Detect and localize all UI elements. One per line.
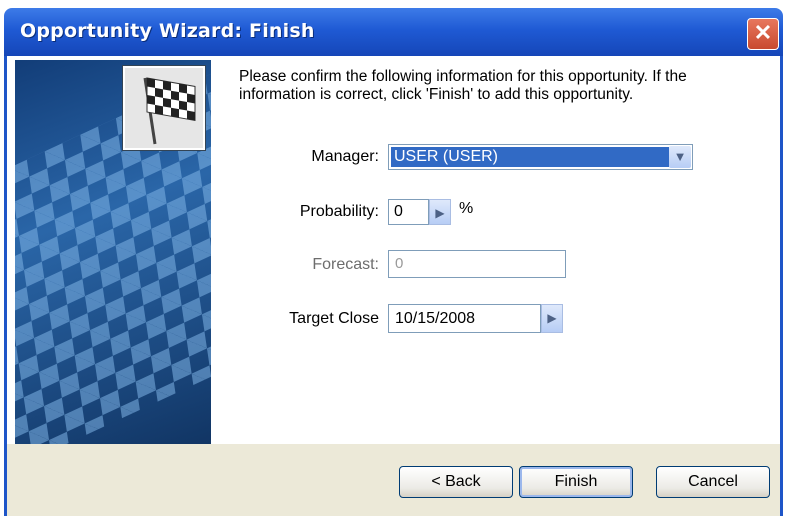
percent-unit: % xyxy=(459,200,474,217)
finish-button[interactable]: Finish xyxy=(519,466,633,498)
forecast-field[interactable]: 0 xyxy=(388,250,566,278)
side-banner xyxy=(15,60,211,444)
cancel-button[interactable]: Cancel xyxy=(656,466,770,498)
back-button[interactable]: < Back xyxy=(399,466,513,498)
manager-select[interactable]: USER (USER) ▼ xyxy=(388,144,693,170)
target-close-date-field[interactable]: 10/15/2008 xyxy=(388,304,541,333)
intro-text: Please confirm the following information… xyxy=(239,68,687,103)
chevron-down-icon[interactable]: ▼ xyxy=(669,146,691,168)
close-button[interactable]: ✕ xyxy=(747,18,779,50)
content-area: Please confirm the following information… xyxy=(7,56,780,444)
target-close-label: Target Close xyxy=(289,310,379,327)
probability-input[interactable]: 0 xyxy=(388,199,429,225)
window-title: Opportunity Wizard: Finish xyxy=(20,20,315,42)
manager-label: Manager: xyxy=(311,148,379,165)
forecast-label: Forecast: xyxy=(312,256,379,273)
wizard-window: Please confirm the following information… xyxy=(4,56,783,516)
title-bar: Opportunity Wizard: Finish ✕ xyxy=(4,8,783,56)
probability-spin-button[interactable]: ▶ xyxy=(429,199,451,225)
probability-label: Probability: xyxy=(299,203,379,220)
checkered-flag-icon xyxy=(123,66,205,150)
manager-selected-value: USER (USER) xyxy=(391,147,669,167)
chevron-right-icon[interactable]: ▶ xyxy=(541,304,563,333)
